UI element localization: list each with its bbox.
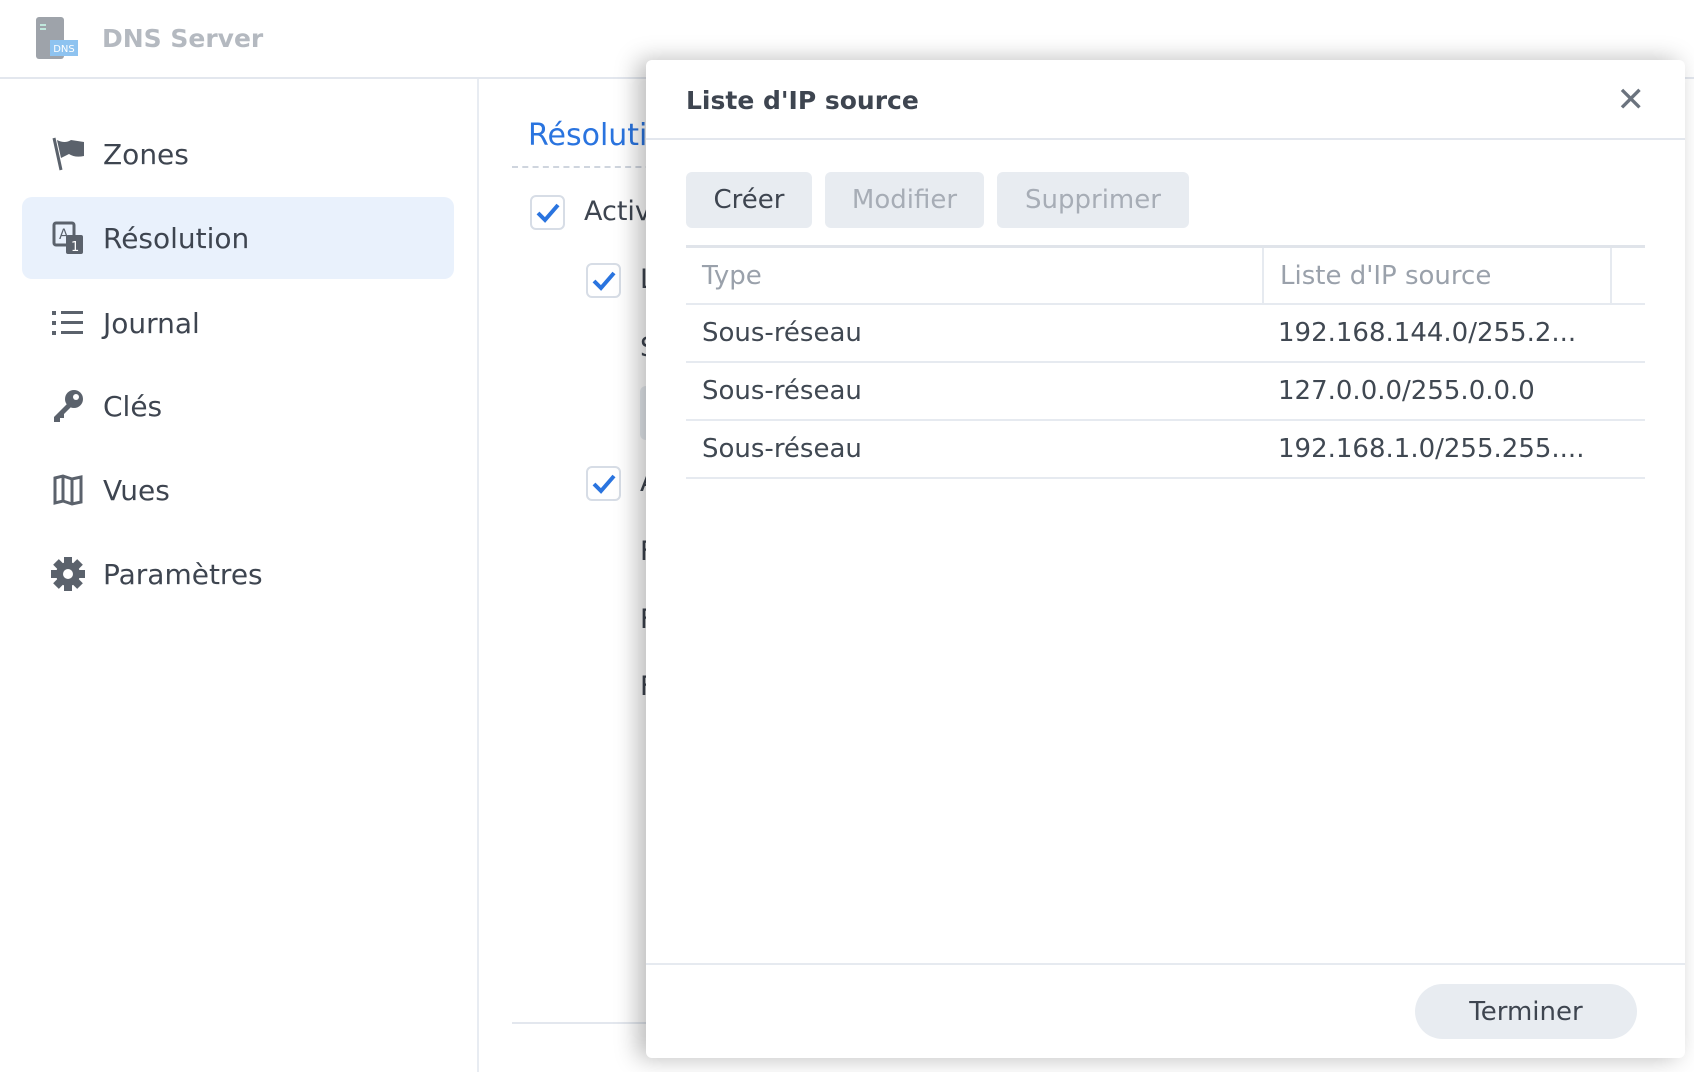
checkmark-icon — [592, 271, 616, 291]
dialog-footer-divider — [646, 963, 1685, 965]
sidebar-item-parametres[interactable]: Paramètres — [22, 533, 454, 615]
sidebar-item-journal[interactable]: Journal — [22, 282, 454, 364]
source-ip-list-dialog: Liste d'IP source ✕ Créer Modifier Suppr… — [646, 60, 1685, 1058]
cell-type: Sous-réseau — [702, 434, 862, 464]
create-button[interactable]: Créer — [686, 172, 812, 228]
flag-icon — [50, 136, 86, 172]
map-icon — [50, 472, 86, 508]
app-title: DNS Server — [102, 24, 264, 53]
close-icon[interactable]: ✕ — [1617, 80, 1646, 120]
cell-type: Sous-réseau — [702, 318, 862, 348]
cell-type: Sous-réseau — [702, 376, 862, 406]
table-row[interactable]: Sous-réseau 192.168.1.0/255.255.... — [686, 421, 1645, 479]
footer-divider — [512, 1022, 662, 1024]
cell-ip: 127.0.0.0/255.0.0.0 — [1278, 376, 1535, 406]
column-header-type[interactable]: Type — [686, 248, 1262, 303]
finish-button[interactable]: Terminer — [1415, 984, 1637, 1039]
sidebar-item-resolution[interactable]: A1 Résolution — [22, 197, 454, 279]
sidebar-item-label: Vues — [103, 473, 170, 507]
cell-ip: 192.168.1.0/255.255.... — [1278, 434, 1585, 464]
sidebar-item-vues[interactable]: Vues — [22, 449, 454, 531]
svg-text:1: 1 — [71, 240, 79, 255]
delete-button[interactable]: Supprimer — [997, 172, 1189, 228]
sidebar-item-zones[interactable]: Zones — [22, 113, 454, 195]
sidebar-divider — [477, 79, 479, 1072]
checkmark-icon — [536, 203, 560, 223]
gear-icon — [50, 556, 86, 592]
source-ip-table: Type Liste d'IP source Sous-réseau 192.1… — [686, 245, 1645, 479]
enable-checkbox[interactable] — [530, 195, 565, 230]
sidebar-item-label: Clés — [103, 389, 163, 423]
sidebar-item-label: Paramètres — [103, 557, 263, 591]
list-icon — [50, 305, 86, 341]
table-row[interactable]: Sous-réseau 127.0.0.0/255.0.0.0 — [686, 363, 1645, 421]
section-title: Résoluti — [528, 118, 648, 153]
sidebar-item-cles[interactable]: Clés — [22, 365, 454, 447]
option-checkbox[interactable] — [586, 466, 621, 501]
table-row[interactable]: Sous-réseau 192.168.144.0/255.2... — [686, 305, 1645, 363]
svg-text:DNS: DNS — [53, 44, 75, 55]
option-label: Activ — [584, 196, 651, 227]
table-header: Type Liste d'IP source — [686, 245, 1645, 305]
dialog-title: Liste d'IP source — [686, 86, 919, 115]
sidebar-item-label: Résolution — [103, 221, 250, 255]
resolution-icon: A1 — [50, 220, 86, 256]
option-checkbox[interactable] — [586, 263, 621, 298]
cell-ip: 192.168.144.0/255.2... — [1278, 318, 1577, 348]
checkmark-icon — [592, 474, 616, 494]
edit-button[interactable]: Modifier — [825, 172, 984, 228]
title-divider — [512, 166, 662, 168]
sidebar-item-label: Zones — [103, 137, 189, 171]
sidebar-item-label: Journal — [103, 306, 200, 340]
column-header-ip[interactable]: Liste d'IP source — [1262, 248, 1612, 303]
dns-server-logo-icon: DNS — [36, 17, 78, 59]
dialog-header-divider — [646, 138, 1685, 140]
key-icon — [50, 388, 86, 424]
